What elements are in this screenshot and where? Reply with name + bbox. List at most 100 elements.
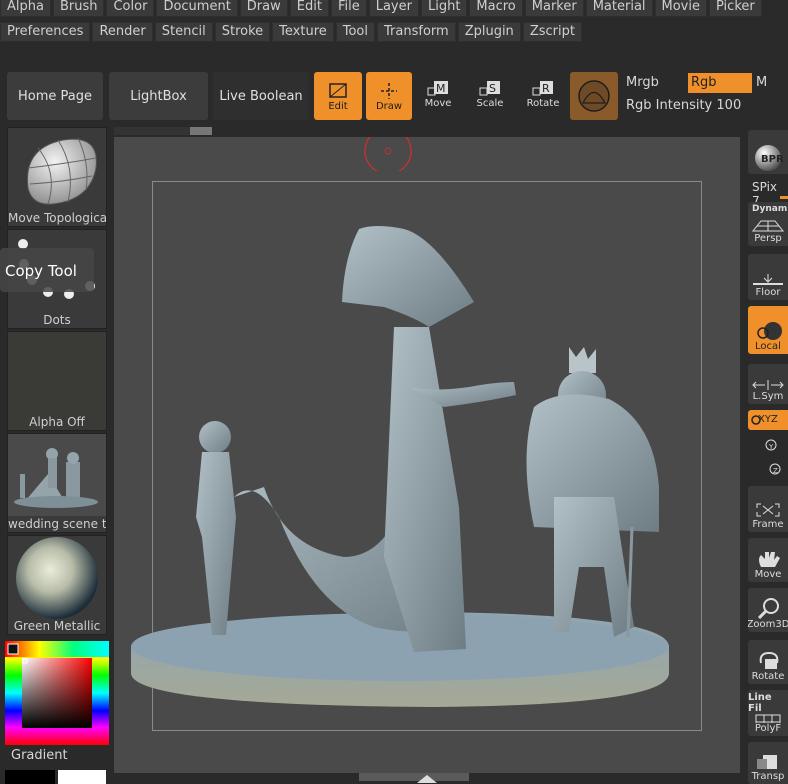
transp-button[interactable]: Transp xyxy=(748,742,788,784)
rotate-button[interactable]: R Rotate xyxy=(526,80,560,109)
menu-preferences[interactable]: Preferences xyxy=(0,22,91,42)
canvas-tabs-strip xyxy=(114,127,212,135)
home-page-label: Home Page xyxy=(18,88,92,104)
canvas-scroll-handle[interactable] xyxy=(359,773,469,781)
m-toggle[interactable]: M xyxy=(756,75,767,90)
green-metallic-sphere-icon xyxy=(16,537,98,619)
polyf-label: PolyF xyxy=(754,723,782,734)
local-button[interactable]: Local xyxy=(748,306,788,354)
color-picker-wheel[interactable] xyxy=(5,641,109,745)
menu-alpha[interactable]: Alpha xyxy=(0,0,51,17)
menu-document[interactable]: Document xyxy=(156,0,238,17)
menu-material[interactable]: Material xyxy=(585,0,653,17)
tool-caption: wedding scene t xyxy=(8,517,106,531)
tooltip-text: Copy Tool xyxy=(5,262,77,280)
menu-marker[interactable]: Marker xyxy=(524,0,584,17)
menu-texture[interactable]: Texture xyxy=(272,22,334,42)
spix-label: SPix xyxy=(752,180,778,194)
frame-label: Frame xyxy=(752,519,784,530)
transp-label: Transp xyxy=(751,771,785,782)
menu-picker[interactable]: Picker xyxy=(709,0,762,17)
tool-thumbnail[interactable]: wedding scene t xyxy=(7,433,107,533)
persp-label: Persp xyxy=(754,233,782,244)
sculpt-model[interactable] xyxy=(114,137,740,773)
menu-edit[interactable]: Edit xyxy=(289,0,329,17)
move-view-button[interactable]: Move xyxy=(748,538,788,582)
material-caption: Green Metallic xyxy=(13,619,101,633)
dynamic-label: Dynami xyxy=(752,204,788,214)
zoom3d-button[interactable]: Zoom3D xyxy=(748,588,788,632)
draw-icon xyxy=(381,82,397,99)
material-thumbnail[interactable]: Green Metallic xyxy=(7,535,107,635)
menu-stroke[interactable]: Stroke xyxy=(214,22,271,42)
menu-color[interactable]: Color xyxy=(106,0,155,17)
rgb-label: Rgb xyxy=(691,75,717,90)
polyf-button[interactable]: Line Fil PolyF xyxy=(748,690,788,736)
rgb-intensity-label: Rgb Intensity xyxy=(626,98,713,113)
move-label: Move xyxy=(424,98,452,109)
secondary-color-swatch[interactable] xyxy=(5,770,55,784)
floor-button[interactable]: Floor xyxy=(748,254,788,300)
xyz-button[interactable]: XYZ xyxy=(748,410,788,430)
color-picker[interactable] xyxy=(5,641,109,745)
menu-zplugin[interactable]: Zplugin xyxy=(457,22,521,42)
collapse-arrow-icon[interactable] xyxy=(415,774,439,784)
main-menu-row-2: Preferences Render Stencil Stroke Texture Too… xyxy=(0,22,788,44)
draw-button[interactable]: Draw xyxy=(366,72,412,120)
home-page-button[interactable]: Home Page xyxy=(7,72,103,120)
local-label: Local xyxy=(755,341,781,352)
rotate-icon: R xyxy=(532,81,553,96)
frame-button[interactable]: Frame xyxy=(748,486,788,532)
menu-movie[interactable]: Movie xyxy=(654,0,707,17)
menu-tool[interactable]: Tool xyxy=(335,22,376,42)
brush-thumbnail[interactable]: Move Topologica xyxy=(7,127,107,227)
svg-text:S: S xyxy=(489,82,496,95)
menu-light[interactable]: Light xyxy=(420,0,468,17)
alpha-thumbnail[interactable]: Alpha Off xyxy=(7,331,107,431)
main-menu-row-1: Alpha Brush Color Document Draw Edit File Layer… xyxy=(0,0,788,19)
canvas-viewport[interactable] xyxy=(114,137,740,781)
rotate-view-button[interactable]: Rotate xyxy=(748,640,788,684)
rotate-y-icon[interactable]: Y xyxy=(762,437,780,453)
edit-button[interactable]: Edit xyxy=(314,72,362,120)
lightbox-button[interactable]: LightBox xyxy=(109,72,208,120)
persp-button[interactable]: Dynami Persp xyxy=(748,202,788,246)
rgb-intensity-value: 100 xyxy=(716,98,742,113)
frame-icon xyxy=(756,503,780,517)
rgb-toggle[interactable]: Rgb xyxy=(688,73,752,93)
canvas-tab-active[interactable] xyxy=(190,127,212,135)
brush-caption: Move Topologica xyxy=(8,211,106,225)
floor-label: Floor xyxy=(755,287,781,298)
menu-transform[interactable]: Transform xyxy=(377,22,456,42)
menu-layer[interactable]: Layer xyxy=(368,0,419,17)
rotate-z-icon[interactable]: Z xyxy=(766,461,784,477)
move-button[interactable]: M Move xyxy=(422,80,454,109)
main-color-swatch[interactable] xyxy=(58,770,106,784)
edit-icon xyxy=(329,82,347,98)
lightbox-label: LightBox xyxy=(130,88,187,104)
wedding-scene-icon xyxy=(8,434,106,516)
menu-stencil[interactable]: Stencil xyxy=(154,22,213,42)
menu-macro[interactable]: Macro xyxy=(469,0,523,17)
lsym-button[interactable]: L.Sym xyxy=(748,364,788,404)
live-boolean-button[interactable]: Live Boolean xyxy=(213,72,309,120)
mrgb-toggle[interactable]: Mrgb xyxy=(626,75,659,90)
bpr-button[interactable]: BPR xyxy=(748,130,788,174)
menu-zscript[interactable]: Zscript xyxy=(522,22,582,42)
edit-label: Edit xyxy=(328,100,348,112)
menu-brush[interactable]: Brush xyxy=(52,0,105,17)
svg-text:Y: Y xyxy=(768,443,774,451)
rgb-intensity-slider[interactable]: Rgb Intensity 100 xyxy=(626,98,741,113)
transp-icon xyxy=(757,755,777,769)
scale-button[interactable]: S Scale xyxy=(474,80,506,109)
material-button[interactable] xyxy=(570,72,618,120)
rotate-view-icon xyxy=(759,651,779,669)
spix-slider-fill xyxy=(780,196,788,199)
persp-icon xyxy=(751,220,785,232)
stroke-caption: Dots xyxy=(43,313,71,327)
menu-render[interactable]: Render xyxy=(92,22,153,42)
menu-file[interactable]: File xyxy=(330,0,367,17)
lsym-icon xyxy=(752,380,784,390)
move-view-label: Move xyxy=(754,569,782,580)
menu-draw[interactable]: Draw xyxy=(239,0,288,17)
